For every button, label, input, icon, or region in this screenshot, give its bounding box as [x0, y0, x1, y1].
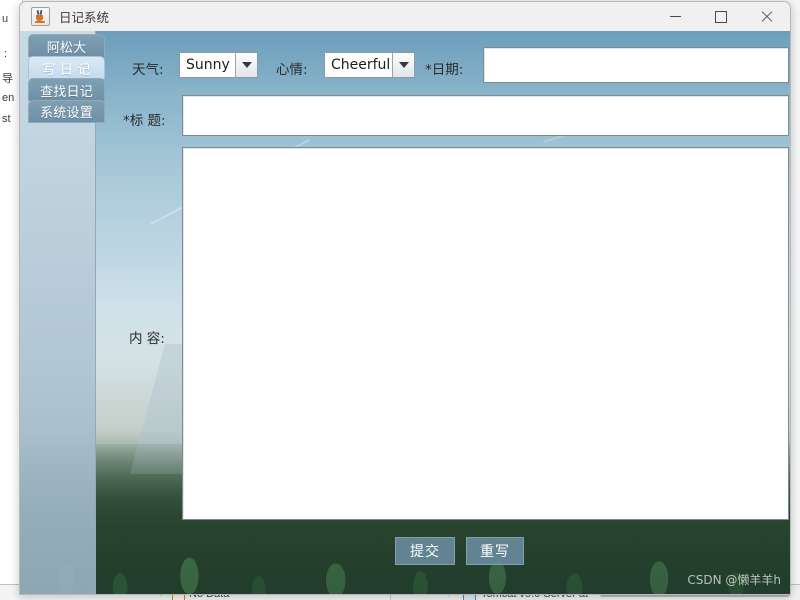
close-icon: [761, 11, 773, 23]
weather-select[interactable]: Sunny: [179, 52, 258, 78]
sidebar-tab-list: 阿松大 写 日 记 查找日记 系统设置: [28, 34, 105, 123]
watermark: CSDN @懒羊羊h: [687, 573, 781, 587]
window-controls: [652, 2, 790, 31]
mood-label: 心情:: [276, 62, 308, 78]
sidebar-tab-label: 阿松大: [46, 40, 87, 56]
reset-button-label: 重写: [480, 544, 510, 560]
reset-button[interactable]: 重写: [466, 537, 524, 565]
window-title-bar: 日记系统: [20, 2, 790, 32]
chevron-down-icon[interactable]: [235, 53, 257, 77]
window-title: 日记系统: [59, 10, 110, 25]
sidebar-tab-label: 写 日 记: [42, 62, 91, 78]
minimize-icon: [669, 16, 681, 17]
chevron-down-icon[interactable]: [392, 53, 414, 77]
sidebar-tab-system-settings[interactable]: 系统设置: [28, 100, 105, 123]
submit-button[interactable]: 提交: [395, 537, 455, 565]
maximize-button[interactable]: [698, 2, 744, 31]
write-diary-panel: 天气: Sunny 心情: Cheerful *日期: *标 题: 内 容: 提…: [96, 31, 790, 594]
content-field[interactable]: [182, 147, 789, 520]
title-input[interactable]: [183, 96, 788, 135]
window-body: 阿松大 写 日 记 查找日记 系统设置 天气: Sunny 心情: Cheerf…: [20, 31, 790, 594]
maximize-icon: [715, 10, 727, 23]
title-field[interactable]: [182, 95, 789, 136]
weather-value: Sunny: [180, 53, 235, 77]
sidebar-tab-asongda[interactable]: 阿松大: [28, 34, 105, 57]
ide-ghost-fragment: 导: [2, 73, 13, 85]
close-button[interactable]: [744, 2, 790, 31]
java-coffee-cup-icon: [31, 7, 50, 26]
ide-ghost-fragment: en: [2, 92, 15, 104]
minimize-button[interactable]: [652, 2, 698, 31]
submit-button-label: 提交: [410, 544, 440, 560]
date-label: *日期:: [425, 62, 464, 78]
content-label: 内 容:: [129, 331, 165, 347]
weather-label: 天气:: [132, 62, 164, 78]
diary-app-window: 日记系统 阿松大 写 日 记 查找日记 系统设置 天气: Sunny 心情: C…: [19, 1, 791, 595]
mood-value: Cheerful: [325, 53, 392, 77]
sidebar-tab-label: 查找日记: [40, 84, 93, 100]
date-input[interactable]: [484, 48, 788, 82]
date-field[interactable]: [483, 47, 789, 83]
ide-ghost-fragment: :: [4, 48, 8, 60]
ide-ghost-fragment: st: [2, 113, 11, 125]
mood-select[interactable]: Cheerful: [324, 52, 415, 78]
sidebar-tab-write-diary[interactable]: 写 日 记: [28, 56, 105, 79]
content-textarea[interactable]: [183, 148, 788, 519]
title-label: *标 题:: [123, 113, 166, 129]
sidebar-tab-find-diary[interactable]: 查找日记: [28, 78, 105, 101]
screen: u : 导 en st › No Data › Tomcat v9.0 Serv…: [0, 0, 800, 600]
ide-ghost-fragment: u: [2, 13, 9, 25]
sidebar-tab-label: 系统设置: [40, 106, 93, 121]
